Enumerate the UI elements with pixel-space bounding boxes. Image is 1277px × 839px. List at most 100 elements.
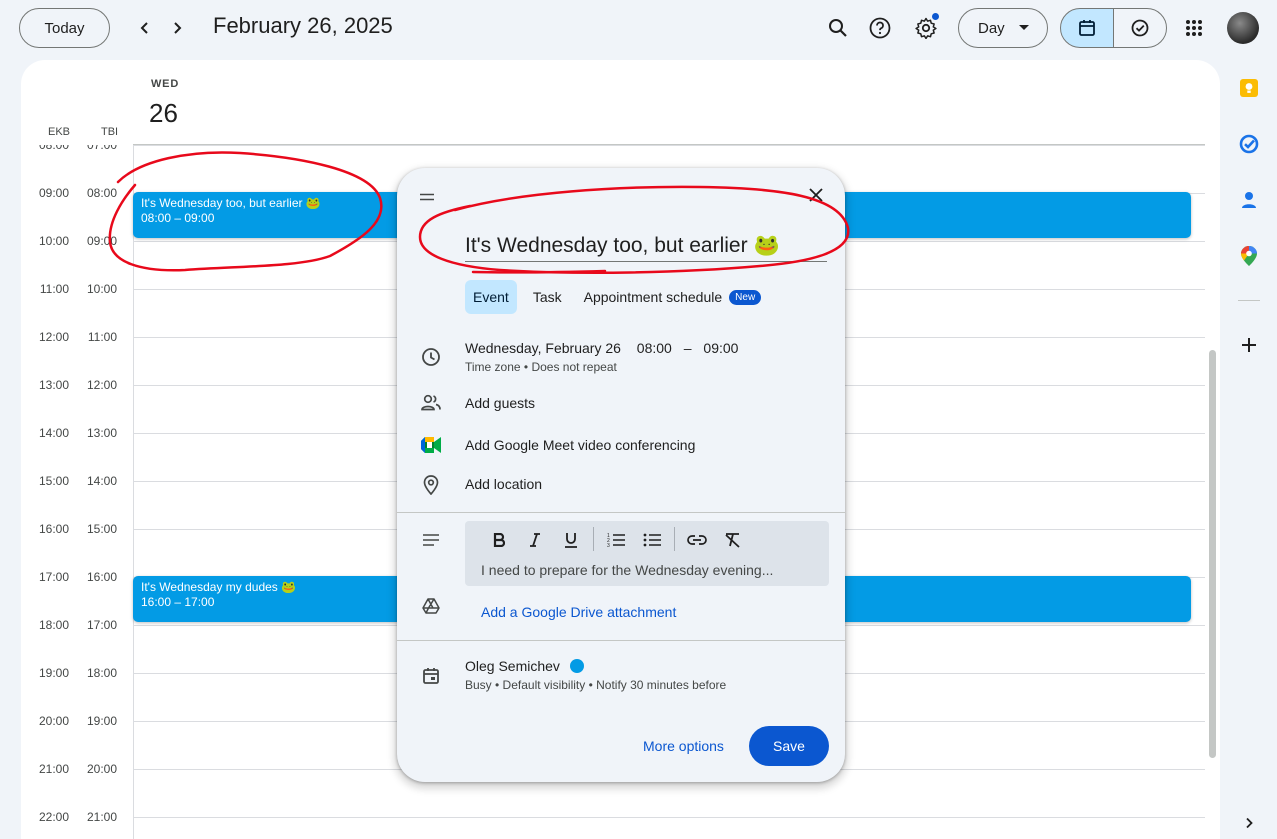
get-addons-button[interactable] [1228, 325, 1270, 365]
current-date-title: February 26, 2025 [213, 13, 393, 38]
settings-button[interactable] [908, 10, 944, 46]
add-drive-attachment-link[interactable]: Add a Google Drive attachment [481, 604, 676, 620]
italic-icon [530, 533, 540, 547]
next-day-button[interactable] [161, 12, 193, 44]
clock-icon [419, 345, 443, 369]
svg-text:3: 3 [607, 543, 610, 547]
tab-task[interactable]: Task [525, 280, 570, 314]
calendar-owner-select[interactable]: Oleg Semichev [465, 658, 584, 674]
save-button[interactable]: Save [749, 726, 829, 766]
time-label-secondary: 11:00 [87, 330, 117, 344]
new-badge: New [729, 289, 762, 305]
toolbar-separator [674, 527, 675, 551]
close-button[interactable] [803, 182, 829, 208]
contacts-button[interactable] [1228, 180, 1270, 220]
expand-side-panel-button[interactable] [1228, 805, 1270, 839]
insert-link-button[interactable] [685, 528, 709, 552]
add-guests-field[interactable]: Add guests [465, 395, 535, 411]
time-label-secondary: 13:00 [86, 426, 117, 440]
time-label-primary: 10:00 [38, 234, 69, 248]
tasks-button[interactable] [1228, 124, 1270, 164]
bold-button[interactable] [487, 528, 511, 552]
bold-icon [493, 533, 505, 547]
time-label-primary: 22:00 [38, 810, 69, 824]
underline-button[interactable] [559, 528, 583, 552]
side-panel-divider [1238, 300, 1260, 301]
calendar-owner-icon [419, 664, 443, 688]
time-label-secondary: 21:00 [86, 810, 117, 824]
view-select[interactable]: Day [958, 8, 1048, 48]
tab-appointment-label: Appointment schedule [583, 289, 723, 305]
search-button[interactable] [820, 10, 856, 46]
check-circle-icon [1131, 19, 1149, 37]
timezone-primary-label: EKB [48, 126, 71, 138]
time-label-secondary: 15:00 [86, 522, 117, 536]
numbered-list-icon: 123 [607, 533, 625, 547]
owner-name: Oleg Semichev [465, 658, 560, 674]
time-label-primary: 09:00 [38, 186, 69, 200]
close-icon [809, 188, 823, 202]
hour-gridline [133, 817, 1205, 818]
more-options-button[interactable]: More options [631, 726, 736, 766]
chevron-left-icon [140, 22, 148, 34]
tab-appointment-schedule[interactable]: Appointment schedule New [576, 280, 770, 314]
description-placeholder: I need to prepare for the Wednesday even… [481, 562, 774, 578]
help-icon [869, 17, 891, 39]
tasks-view-toggle[interactable] [1113, 8, 1167, 48]
add-meet-button[interactable]: Add Google Meet video conferencing [465, 437, 695, 453]
event-date[interactable]: Wednesday, February 26 [465, 340, 621, 356]
event-end-time[interactable]: 09:00 [703, 340, 738, 356]
time-label-secondary: 19:00 [86, 714, 117, 728]
previous-day-button[interactable] [129, 12, 161, 44]
time-label-primary: 17:00 [38, 570, 69, 584]
time-label-secondary: 16:00 [86, 570, 117, 584]
plus-icon [1242, 338, 1256, 352]
apps-button[interactable] [1176, 10, 1212, 46]
numbered-list-button[interactable]: 123 [604, 528, 628, 552]
guests-icon [419, 391, 443, 415]
event-create-dialog[interactable]: Event Task Appointment schedule New Wedn… [397, 168, 845, 782]
keep-button[interactable] [1228, 68, 1270, 108]
event-type-tabs: Event Task Appointment schedule New [465, 280, 769, 314]
calendar-view-toggle[interactable] [1060, 8, 1114, 48]
tasks-icon [1239, 134, 1259, 154]
time-label-secondary: 07:00 [86, 145, 117, 152]
drag-handle[interactable] [419, 188, 435, 206]
time-label-primary: 13:00 [38, 378, 69, 392]
time-separator: – [683, 340, 692, 356]
drag-handle-icon [420, 193, 434, 201]
add-location-field[interactable]: Add location [465, 476, 542, 492]
vertical-scrollbar[interactable] [1209, 350, 1216, 758]
clear-formatting-button[interactable] [721, 528, 745, 552]
google-meet-icon [419, 433, 443, 457]
day-of-week-label: WED [151, 78, 180, 90]
maps-button[interactable] [1228, 236, 1270, 276]
timezone-secondary-label: TBI [101, 126, 119, 138]
contacts-icon [1242, 192, 1256, 208]
keep-icon [1240, 79, 1258, 97]
time-label-primary: 16:00 [38, 522, 69, 536]
maps-pin-icon [1241, 246, 1257, 266]
owner-settings-info[interactable]: Busy • Default visibility • Notify 30 mi… [465, 678, 726, 692]
account-avatar[interactable] [1227, 12, 1259, 44]
event-title-input[interactable] [465, 230, 827, 262]
grid-left-border [133, 145, 134, 839]
section-divider [397, 512, 845, 513]
tab-event[interactable]: Event [465, 280, 517, 314]
help-button[interactable] [862, 10, 898, 46]
calendar-icon [1079, 20, 1095, 36]
bulleted-list-icon [643, 533, 661, 547]
time-label-primary: 11:00 [39, 282, 69, 296]
description-editor[interactable]: 123 I need to prepare for the Wednesday … [465, 521, 829, 586]
italic-button[interactable] [523, 528, 547, 552]
toolbar-separator [593, 527, 594, 551]
event-datetime[interactable]: Wednesday, February 26 08:00 – 09:00 [465, 340, 738, 356]
time-label-primary: 14:00 [38, 426, 69, 440]
time-label-primary: 08:00 [38, 145, 69, 152]
day-number[interactable]: 26 [149, 98, 178, 129]
today-button[interactable]: Today [19, 8, 110, 48]
timezone-repeat-info[interactable]: Time zone • Does not repeat [465, 360, 617, 374]
event-start-time[interactable]: 08:00 [637, 340, 672, 356]
bulleted-list-button[interactable] [640, 528, 664, 552]
time-label-secondary: 17:00 [86, 618, 117, 632]
